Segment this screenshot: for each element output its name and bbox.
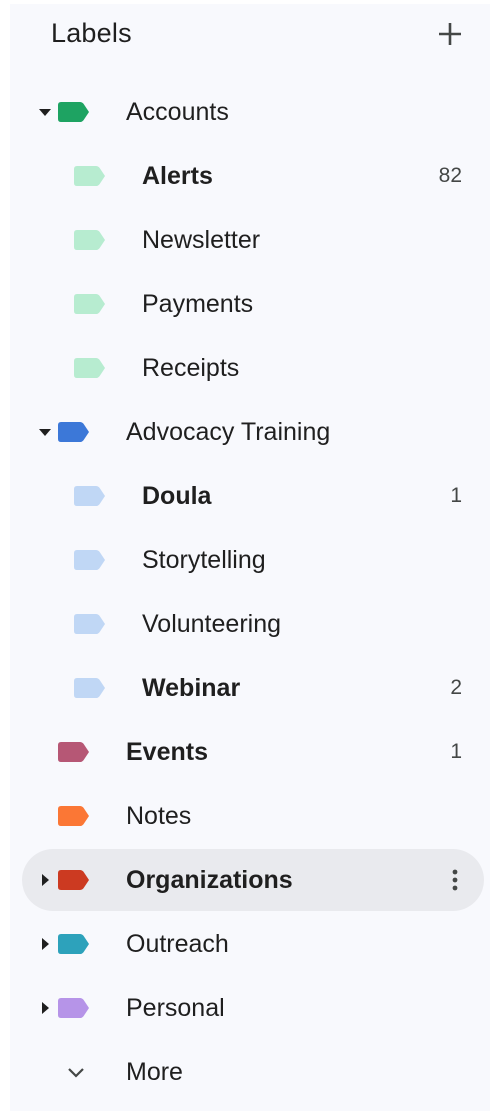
label-name: Webinar	[142, 674, 241, 702]
label-item-newsletter[interactable]: Newsletter	[22, 209, 484, 271]
label-item-receipts[interactable]: Receipts	[22, 337, 484, 399]
label-name: Newsletter	[142, 226, 261, 254]
plus-icon	[439, 23, 461, 45]
label-item-webinar[interactable]: Webinar 2	[22, 657, 484, 719]
label-tag-icon	[74, 358, 106, 378]
label-item-doula[interactable]: Doula 1	[22, 465, 484, 527]
label-item-storytelling[interactable]: Storytelling	[22, 529, 484, 591]
label-item-outreach[interactable]: Outreach	[22, 913, 484, 975]
more-vert-icon[interactable]	[441, 866, 469, 894]
label-item-advocacy-training[interactable]: Advocacy Training	[22, 401, 484, 463]
label-item-alerts[interactable]: Alerts 82	[22, 145, 484, 207]
label-tag-icon	[58, 102, 90, 122]
label-name: Advocacy Training	[126, 418, 331, 446]
label-tag-icon	[74, 678, 106, 698]
unread-count: 1	[450, 740, 462, 763]
label-tag-icon	[74, 550, 106, 570]
unread-count: 2	[450, 676, 462, 699]
label-name: Outreach	[126, 930, 229, 958]
collapse-caret-icon[interactable]	[36, 423, 54, 441]
more-button[interactable]: More	[22, 1041, 484, 1103]
label-name: Doula	[142, 482, 212, 510]
collapse-caret-icon[interactable]	[36, 103, 54, 121]
label-tag-icon	[74, 486, 106, 506]
label-name: Accounts	[126, 98, 229, 126]
label-tag-icon	[58, 998, 90, 1018]
label-name: Notes	[126, 802, 192, 830]
expand-caret-icon[interactable]	[36, 999, 54, 1017]
label-item-personal[interactable]: Personal	[22, 977, 484, 1039]
labels-panel: Labels Accounts Alerts 82 Newsletter Payment…	[10, 4, 490, 1111]
label-tag-icon	[74, 294, 106, 314]
chevron-down-icon	[64, 1060, 88, 1084]
label-tag-icon	[74, 614, 106, 634]
add-label-button[interactable]	[434, 18, 466, 50]
label-tag-icon	[58, 422, 90, 442]
expand-caret-icon[interactable]	[36, 935, 54, 953]
label-tag-icon	[74, 166, 106, 186]
more-label: More	[126, 1058, 183, 1086]
label-item-payments[interactable]: Payments	[22, 273, 484, 335]
label-item-accounts[interactable]: Accounts	[22, 81, 484, 143]
label-item-events[interactable]: Events 1	[22, 721, 484, 783]
label-name: Payments	[142, 290, 254, 318]
labels-header: Labels	[10, 4, 490, 68]
label-tag-icon	[74, 230, 106, 250]
label-tag-icon	[58, 870, 90, 890]
label-tag-icon	[58, 934, 90, 954]
unread-count: 82	[438, 164, 462, 187]
label-item-organizations[interactable]: Organizations	[22, 849, 484, 911]
label-item-notes[interactable]: Notes	[22, 785, 484, 847]
label-name: Events	[126, 738, 208, 766]
label-name: Volunteering	[142, 610, 282, 638]
label-name: Storytelling	[142, 546, 266, 574]
label-name: Organizations	[126, 866, 293, 894]
label-name: Receipts	[142, 354, 240, 382]
labels-title: Labels	[51, 18, 132, 48]
label-tag-icon	[58, 806, 90, 826]
unread-count: 1	[450, 484, 462, 507]
expand-caret-icon[interactable]	[36, 871, 54, 889]
label-name: Personal	[126, 994, 225, 1022]
label-name: Alerts	[142, 162, 213, 190]
label-item-volunteering[interactable]: Volunteering	[22, 593, 484, 655]
label-tag-icon	[58, 742, 90, 762]
